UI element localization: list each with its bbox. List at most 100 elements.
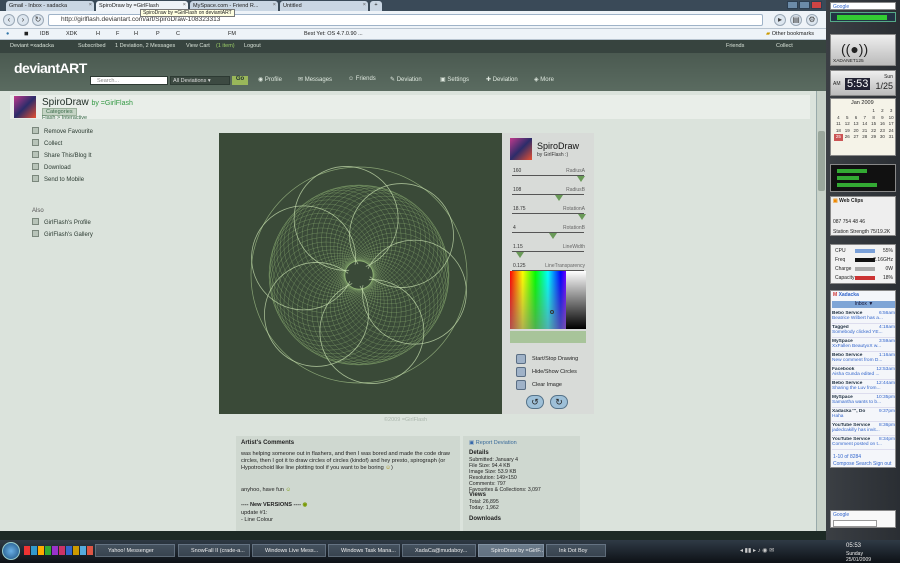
close-icon[interactable]: × [183,2,186,8]
forward-button[interactable]: › [17,14,29,26]
messages-link[interactable]: 1 Deviation, 2 Messages [115,43,175,49]
taskbar-window-button[interactable]: Yahoo! Messenger [95,544,175,557]
remove-favourite-link[interactable]: Remove Favourite [32,127,93,135]
tab-gmail[interactable]: Gmail - Inbox - xadacka × [6,1,94,11]
share-link[interactable]: Share This/Blog It [32,151,92,159]
download-link[interactable]: Download [32,163,71,171]
maximize-button[interactable] [799,1,810,9]
close-window-button[interactable] [811,1,822,9]
bookmark-item[interactable]: F [116,31,119,37]
quick-launch-icon[interactable] [45,546,51,555]
bookmark-item[interactable]: FM [228,31,236,37]
wrench-icon[interactable]: ⚙ [806,14,818,26]
go-button[interactable]: Go [232,76,248,85]
page-scrollbar[interactable] [816,91,826,531]
mail-item[interactable]: YouTube Service 8:36pm jadedcakilly has in… [832,423,895,436]
quick-launch-icon[interactable] [24,546,30,555]
quick-launch-icon[interactable] [80,546,86,555]
inbox-dropdown[interactable]: Inbox ▼ [832,301,895,308]
collect-menu[interactable]: Collect [776,43,793,49]
slider-handle[interactable] [554,195,563,201]
slider-handle[interactable] [576,176,585,182]
taskbar-window-button[interactable]: SpiroDraw by =GirlF... [478,544,544,557]
quick-launch-icon[interactable] [59,546,65,555]
logout-link[interactable]: Logout [244,43,261,49]
sign-out-link[interactable]: Sign out [873,461,891,467]
bookmark-item[interactable]: C [176,31,180,37]
slider-track[interactable] [512,213,584,214]
system-tray-icons[interactable]: ◂ ▮▮ ▸ ♪ ◉ ✉ [740,547,774,554]
search-input[interactable]: Search... [90,76,168,85]
bookmark-item[interactable]: Best Yet: OS 4.7.0.90 ... [304,31,363,37]
nav-deviation[interactable]: ✎ Deviation [390,76,422,83]
mail-item[interactable]: Bebo Service 1:16am New comment from D... [832,353,895,366]
quick-launch-icon[interactable] [52,546,58,555]
bookmark-item[interactable]: P [156,31,160,37]
mail-item[interactable]: YouTube Service 8:34pm Comment posted on t… [832,437,895,450]
start-orb[interactable] [2,542,20,560]
nav-settings[interactable]: ▣ Settings [440,76,469,83]
hide-show-checkbox[interactable] [516,367,526,377]
nav-profile[interactable]: ◉ Profile [258,76,282,83]
nav-submit-deviation[interactable]: ✚ Deviation [486,76,518,83]
back-button[interactable]: ‹ [3,14,15,26]
go-arrow-icon[interactable]: ▸ [774,14,786,26]
other-bookmarks[interactable]: ▰ Other bookmarks [766,31,814,37]
redo-icon[interactable]: ↻ [550,395,568,409]
slider-track[interactable] [512,194,584,195]
mail-item[interactable]: Bebo Service 6:56am Beatrice Wilbert has a… [832,311,895,324]
spirodraw-canvas[interactable] [219,133,502,414]
slider-rotationa[interactable]: 18.75 RotationA [510,206,588,220]
search-scope-select[interactable]: All Deviations ▾ [170,76,230,85]
close-icon[interactable]: × [273,2,276,8]
mail-item[interactable]: Bebo Service 12:44am Sharing the Luv from.… [832,381,895,394]
quick-launch-icon[interactable] [87,546,93,555]
nav-more[interactable]: ◈ More [534,76,554,83]
new-tab-button[interactable]: + [370,1,382,11]
deviantart-logo[interactable]: deviantART [14,60,87,76]
mail-item[interactable]: Facebook 12:53am Aisha Gunda edited ... [832,367,895,380]
taskbar-window-button[interactable]: Windows Task Mana... [328,544,400,557]
bookmark-item[interactable]: H [96,31,100,37]
slider-rotationb[interactable]: 4 RotationB [510,225,588,239]
bookmark-item[interactable]: XDK [66,31,77,37]
bookmark-icon[interactable]: ● [6,31,9,37]
mail-item[interactable]: MySpace 3:59am XxFallen BeautyxX w... [832,339,895,352]
slider-handle[interactable] [548,233,557,239]
tab-untitled[interactable]: Untitled × [280,1,368,11]
taskbar-window-button[interactable]: XadaCa@mudaboy... [402,544,476,557]
close-icon[interactable]: × [363,2,366,8]
taskbar-window-button[interactable]: Ink Dot Boy [546,544,606,557]
compose-link[interactable]: Compose [833,461,854,467]
quick-launch-icon[interactable] [66,546,72,555]
profile-link[interactable]: GirlFlash's Profile [32,218,91,226]
friends-menu[interactable]: Friends [726,43,744,49]
start-stop-checkbox[interactable] [516,354,526,364]
slider-radiusb[interactable]: 108 RadiusB [510,187,588,201]
scroll-thumb[interactable] [818,131,825,191]
slider-linewidth[interactable]: 1.15 LineWidth [510,244,588,258]
collect-link[interactable]: Collect [32,139,62,147]
user-link[interactable]: Deviant =xadacka [10,43,54,49]
slider-track[interactable] [512,175,584,176]
undo-icon[interactable]: ↺ [526,395,544,409]
slider-handle[interactable] [515,252,524,258]
bookmark-item[interactable]: H [134,31,138,37]
bookmark-item[interactable]: IDB [40,31,49,37]
close-icon[interactable]: × [89,2,92,8]
quick-launch-icon[interactable] [38,546,44,555]
bookmark-item[interactable]: ◼ [24,31,29,37]
mail-item[interactable]: MySpace 10:35pm Samantha wants to b... [832,395,895,408]
quick-launch-icon[interactable] [73,546,79,555]
google-search-input[interactable] [833,520,877,527]
minimize-button[interactable] [787,1,798,9]
mail-item[interactable]: Xadacka™, Do 9:37pm Haha [832,409,895,422]
nav-friends[interactable]: ☺ Friends [348,76,376,82]
gallery-link[interactable]: GirlFlash's Gallery [32,230,93,238]
quick-launch-icon[interactable] [31,546,37,555]
report-link[interactable]: ▣ Report Deviation [469,440,517,446]
search-mail-link[interactable]: Search [856,461,872,467]
taskbar-window-button[interactable]: SnowFall II (crade-a... [178,544,250,557]
slider-handle[interactable] [577,214,586,220]
send-to-mobile-link[interactable]: Send to Mobile [32,175,84,183]
